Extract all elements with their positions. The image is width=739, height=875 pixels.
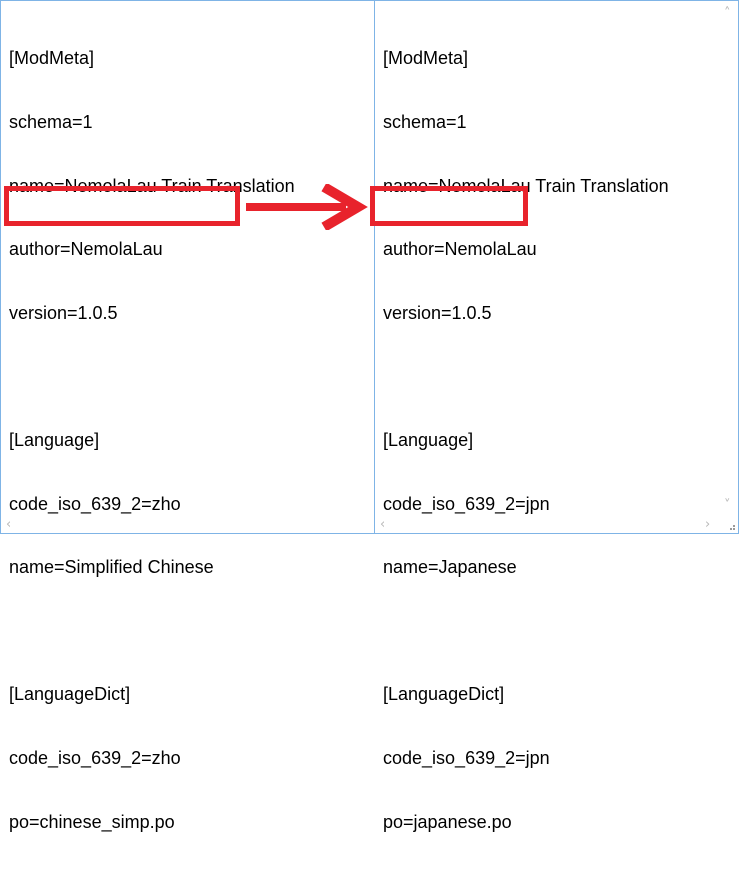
chevron-down-icon[interactable]: ˅ [724,499,731,512]
right-line-2: schema=1 [383,112,467,132]
resize-grip-icon[interactable] [726,521,736,531]
left-line-11: [LanguageDict] [9,684,131,705]
right-text-content[interactable]: [ModMeta] schema=1 name=NemolaLau Train … [383,6,669,875]
right-line-7: [Language] [383,429,474,450]
right-line-6 [383,366,669,387]
left-highlight-box [4,186,240,226]
left-line-4: author=NemolaLau [9,239,163,260]
right-line-12: code_iso_639_2=jpn [383,747,550,768]
right-horizontal-scrollbar[interactable]: ‹ › [375,515,720,533]
left-line-10 [9,621,295,642]
right-arrow-icon [246,184,368,230]
left-line-6 [9,366,295,387]
diff-compare-view: [ModMeta] schema=1 name=NemolaLau Train … [0,0,739,832]
chevron-up-icon[interactable]: ˄ [724,7,731,20]
left-line-2: schema=1 [9,112,93,132]
chevron-left-icon[interactable]: ‹ [380,518,385,531]
left-line-5: version=1.0.5 [9,302,118,323]
right-line-8: code_iso_639_2=jpn [383,493,550,514]
chevron-right-icon[interactable]: › [705,518,710,531]
right-line-5: version=1.0.5 [383,302,492,323]
right-vertical-scrollbar[interactable]: ˄ ˅ [720,1,738,517]
right-text-pane[interactable]: [ModMeta] schema=1 name=NemolaLau Train … [374,0,739,832]
right-line-13: po=japanese.po [383,811,512,832]
left-text-content[interactable]: [ModMeta] schema=1 name=NemolaLau Train … [9,6,295,875]
left-line-1: [ModMeta] [9,48,95,69]
left-line-13: po=chinese_simp.po [9,811,175,832]
right-line-4: author=NemolaLau [383,239,537,260]
chevron-left-icon[interactable]: ‹ [6,518,11,531]
left-horizontal-scrollbar[interactable]: ‹ [1,515,374,533]
left-line-9: name=Simplified Chinese [9,557,214,578]
right-line-1: [ModMeta] [383,48,469,69]
left-line-7: [Language] [9,429,100,450]
right-highlight-box [370,186,528,226]
right-line-11: [LanguageDict] [383,684,505,705]
right-line-10 [383,621,669,642]
left-text-pane[interactable]: [ModMeta] schema=1 name=NemolaLau Train … [0,0,375,832]
left-line-8: code_iso_639_2=zho [9,493,181,514]
left-line-12: code_iso_639_2=zho [9,747,181,768]
right-line-9: name=Japanese [383,557,517,578]
